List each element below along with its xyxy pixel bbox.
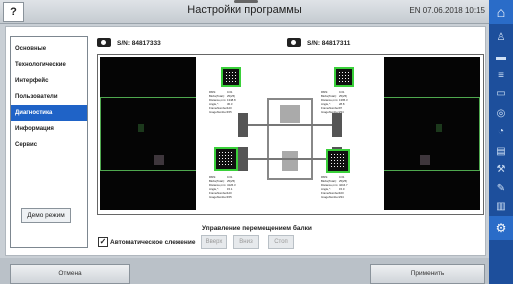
right-rail: ⌂ ♙ ▬ ≡ ▭ ◎ ◔ ▤ ⚒ ✎ ▥ ⚙ <box>489 0 513 284</box>
target-front-left <box>221 67 241 87</box>
document-icon[interactable]: ▤ <box>495 146 507 158</box>
settings-icon[interactable]: ⚙ <box>489 216 513 240</box>
footer-bar: Отмена Применить <box>0 258 489 284</box>
stop-button[interactable]: Стоп <box>268 235 294 249</box>
sidebar-item-diagnostics[interactable]: Диагностика <box>11 105 87 121</box>
stats-front-right: RMS: 0.01 Blobs(Total): 25(25) Distance,mm… <box>321 90 348 114</box>
title-bar: ? Настройки программы EN 07.06.2018 10:1… <box>0 0 489 24</box>
sidebar-item-info[interactable]: Информация <box>11 121 87 137</box>
diagnostic-view: RMS: 0.01 Blobs(Total): 25(25) Distance,mm… <box>97 54 484 215</box>
apply-button[interactable]: Применить <box>370 264 485 284</box>
stats-rear-left: RMS: 0.01 Blobs(Total): 25(25) Distance,mm… <box>209 175 236 199</box>
camera-serial-left: S/N: 84817333 <box>117 40 161 47</box>
drag-handle[interactable] <box>234 0 258 3</box>
wrench-icon[interactable]: ⚒ <box>495 164 507 176</box>
cancel-button[interactable]: Отмена <box>10 264 130 284</box>
database-icon[interactable]: ▥ <box>495 201 507 213</box>
target-front-right <box>334 67 354 87</box>
sidebar-item-tech[interactable]: Технологические <box>11 57 87 73</box>
car-icon[interactable]: ▬ <box>495 52 507 64</box>
stats-rear-right: RMS: 0.01 Blobs(Total): 25(25) Distance,mm… <box>321 175 348 199</box>
target-rear-right <box>326 149 350 173</box>
stats-front-left: RMS: 0.01 Blobs(Total): 25(25) Distance,mm… <box>209 90 236 114</box>
camera-serial-right: S/N: 84817311 <box>307 40 351 47</box>
settings-panel: Основные Технологические Интерфейс Польз… <box>5 26 486 256</box>
sidebar-item-users[interactable]: Пользователи <box>11 89 87 105</box>
camera-icon <box>287 38 301 47</box>
auto-tracking-checkbox[interactable]: ✓ Автоматическое слежение <box>98 237 195 247</box>
sidebar-item-service[interactable]: Сервис <box>11 137 87 153</box>
up-button[interactable]: Вверх <box>201 235 227 249</box>
demo-mode-button[interactable]: Демо режим <box>21 208 71 223</box>
sidebar-item-main[interactable]: Основные <box>11 41 87 57</box>
person-icon[interactable]: ♙ <box>495 32 507 44</box>
tools-icon[interactable]: ✎ <box>495 183 507 195</box>
camera-image-left <box>100 57 196 210</box>
home-icon[interactable]: ⌂ <box>489 0 513 24</box>
beam-control-label: Управление перемещением балки <box>202 225 312 232</box>
checkmark-icon[interactable]: ✓ <box>98 237 108 247</box>
camera-image-right <box>384 57 480 210</box>
status-text: EN 07.06.2018 10:15 <box>409 6 485 15</box>
card-icon[interactable]: ▭ <box>495 88 507 100</box>
down-button[interactable]: Вниз <box>233 235 259 249</box>
disc-icon[interactable]: ◎ <box>495 108 507 120</box>
gauge-icon[interactable]: ◔ <box>495 126 507 138</box>
camera-icon <box>97 38 111 47</box>
sidebar-item-interface[interactable]: Интерфейс <box>11 73 87 89</box>
target-rear-left <box>214 147 238 171</box>
list-icon[interactable]: ≡ <box>495 70 507 82</box>
